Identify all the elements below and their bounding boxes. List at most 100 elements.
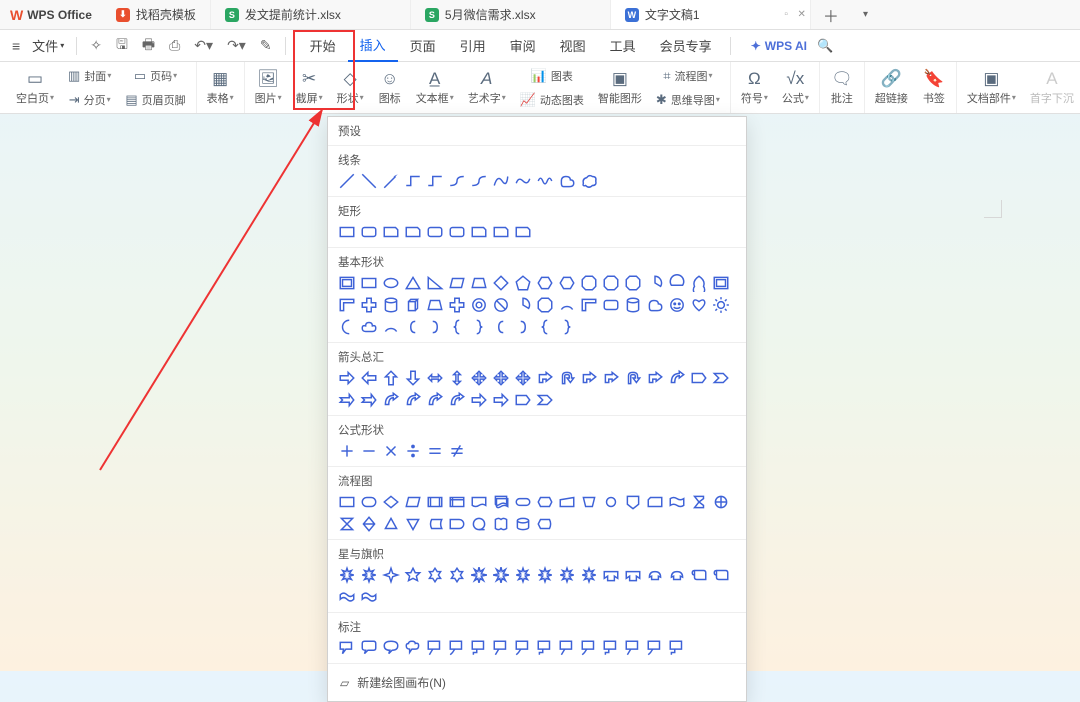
shape-option[interactable] — [338, 391, 356, 409]
shape-option[interactable] — [492, 318, 510, 336]
shape-option[interactable] — [646, 566, 664, 584]
shape-option[interactable] — [448, 369, 466, 387]
shape-option[interactable] — [382, 391, 400, 409]
shape-option[interactable] — [404, 391, 422, 409]
screenshot-button[interactable]: ✂截屏▾ — [291, 64, 328, 112]
tab-list-dropdown[interactable]: ▾ — [851, 9, 880, 20]
format-painter-icon[interactable]: ✎ — [253, 37, 279, 54]
header-footer-button[interactable]: ▤页眉页脚 — [120, 89, 190, 111]
shape-option[interactable] — [514, 223, 532, 241]
shape-option[interactable] — [360, 391, 378, 409]
menu-page[interactable]: 页面 — [398, 30, 448, 62]
shape-option[interactable] — [404, 223, 422, 241]
shape-option[interactable] — [624, 566, 642, 584]
shape-option[interactable] — [536, 274, 554, 292]
shape-option[interactable] — [360, 566, 378, 584]
shape-option[interactable] — [602, 639, 620, 657]
shape-option[interactable] — [646, 274, 664, 292]
shape-option[interactable] — [492, 566, 510, 584]
shape-option[interactable] — [382, 172, 400, 190]
shape-option[interactable] — [470, 296, 488, 314]
shape-option[interactable] — [514, 318, 532, 336]
shape-option[interactable] — [558, 296, 576, 314]
shape-option[interactable] — [536, 369, 554, 387]
new-tab-button[interactable]: ＋ — [811, 3, 851, 27]
shape-option[interactable] — [448, 296, 466, 314]
shape-option[interactable] — [448, 172, 466, 190]
tab-templates[interactable]: ⬇ 找稻壳模板 — [102, 0, 211, 29]
shape-option[interactable] — [492, 369, 510, 387]
bookmark-button[interactable]: 🔖书签 — [917, 64, 951, 112]
menu-start[interactable]: 开始 — [298, 30, 348, 62]
blank-page-button[interactable]: ▭空白页▾ — [11, 64, 59, 112]
shape-option[interactable] — [668, 296, 686, 314]
shape-option[interactable] — [712, 566, 730, 584]
shape-option[interactable] — [470, 515, 488, 533]
shape-option[interactable] — [690, 566, 708, 584]
shape-option[interactable] — [492, 274, 510, 292]
shape-option[interactable] — [470, 391, 488, 409]
shape-option[interactable] — [382, 493, 400, 511]
shape-option[interactable] — [602, 566, 620, 584]
shape-option[interactable] — [536, 318, 554, 336]
shape-option[interactable] — [558, 493, 576, 511]
menu-tools[interactable]: 工具 — [598, 30, 648, 62]
shape-option[interactable] — [536, 172, 554, 190]
shape-option[interactable] — [338, 172, 356, 190]
shape-option[interactable] — [668, 369, 686, 387]
shape-option[interactable] — [580, 566, 598, 584]
chart-button[interactable]: 📊图表 — [515, 65, 589, 87]
print-preview-icon[interactable]: ⎙ — [162, 37, 187, 54]
new-doc-icon[interactable]: ✧ — [83, 37, 109, 54]
shape-option[interactable] — [580, 172, 598, 190]
shape-option[interactable] — [712, 274, 730, 292]
shape-option[interactable] — [426, 566, 444, 584]
shape-option[interactable] — [448, 566, 466, 584]
menu-vip[interactable]: 会员专享 — [648, 30, 724, 62]
shape-option[interactable] — [360, 515, 378, 533]
shape-option[interactable] — [536, 639, 554, 657]
wordart-button[interactable]: A艺术字▾ — [463, 64, 511, 112]
shape-option[interactable] — [690, 274, 708, 292]
shape-option[interactable] — [448, 515, 466, 533]
picture-button[interactable]: 🖼图片▾ — [250, 64, 287, 112]
shape-option[interactable] — [624, 369, 642, 387]
shape-option[interactable] — [602, 369, 620, 387]
tab-spreadsheet-2[interactable]: S 5月微信需求.xlsx — [411, 0, 611, 29]
shape-option[interactable] — [426, 318, 444, 336]
shape-option[interactable] — [602, 493, 620, 511]
shape-option[interactable] — [470, 493, 488, 511]
shape-option[interactable] — [426, 296, 444, 314]
shape-option[interactable] — [668, 493, 686, 511]
shape-option[interactable] — [646, 296, 664, 314]
menu-insert[interactable]: 插入 — [348, 30, 398, 62]
shape-option[interactable] — [382, 369, 400, 387]
shape-option[interactable] — [404, 515, 422, 533]
shape-option[interactable] — [646, 369, 664, 387]
shape-option[interactable] — [448, 391, 466, 409]
shape-option[interactable] — [470, 566, 488, 584]
shape-option[interactable] — [492, 391, 510, 409]
shape-option[interactable] — [426, 515, 444, 533]
shape-option[interactable] — [536, 296, 554, 314]
shape-option[interactable] — [646, 493, 664, 511]
tab-document-active[interactable]: W 文字文稿1 ▫ ✕ — [611, 0, 811, 29]
shape-option[interactable] — [514, 296, 532, 314]
shape-option[interactable] — [360, 223, 378, 241]
shape-option[interactable] — [448, 274, 466, 292]
shape-option[interactable] — [624, 639, 642, 657]
icon-button[interactable]: ☺图标 — [373, 64, 407, 112]
save-icon[interactable]: 🖫 — [109, 34, 135, 58]
shape-option[interactable] — [338, 588, 356, 606]
shape-option[interactable] — [690, 493, 708, 511]
file-menu[interactable]: 文件▾ — [26, 36, 70, 55]
shape-option[interactable] — [382, 566, 400, 584]
shape-option[interactable] — [492, 493, 510, 511]
shape-option[interactable] — [514, 493, 532, 511]
shape-option[interactable] — [448, 442, 466, 460]
shapes-button[interactable]: ◇形状▾ — [332, 64, 369, 112]
shape-option[interactable] — [338, 639, 356, 657]
shape-option[interactable] — [448, 493, 466, 511]
shape-option[interactable] — [536, 515, 554, 533]
dynamic-chart-button[interactable]: 📈动态图表 — [515, 89, 589, 111]
